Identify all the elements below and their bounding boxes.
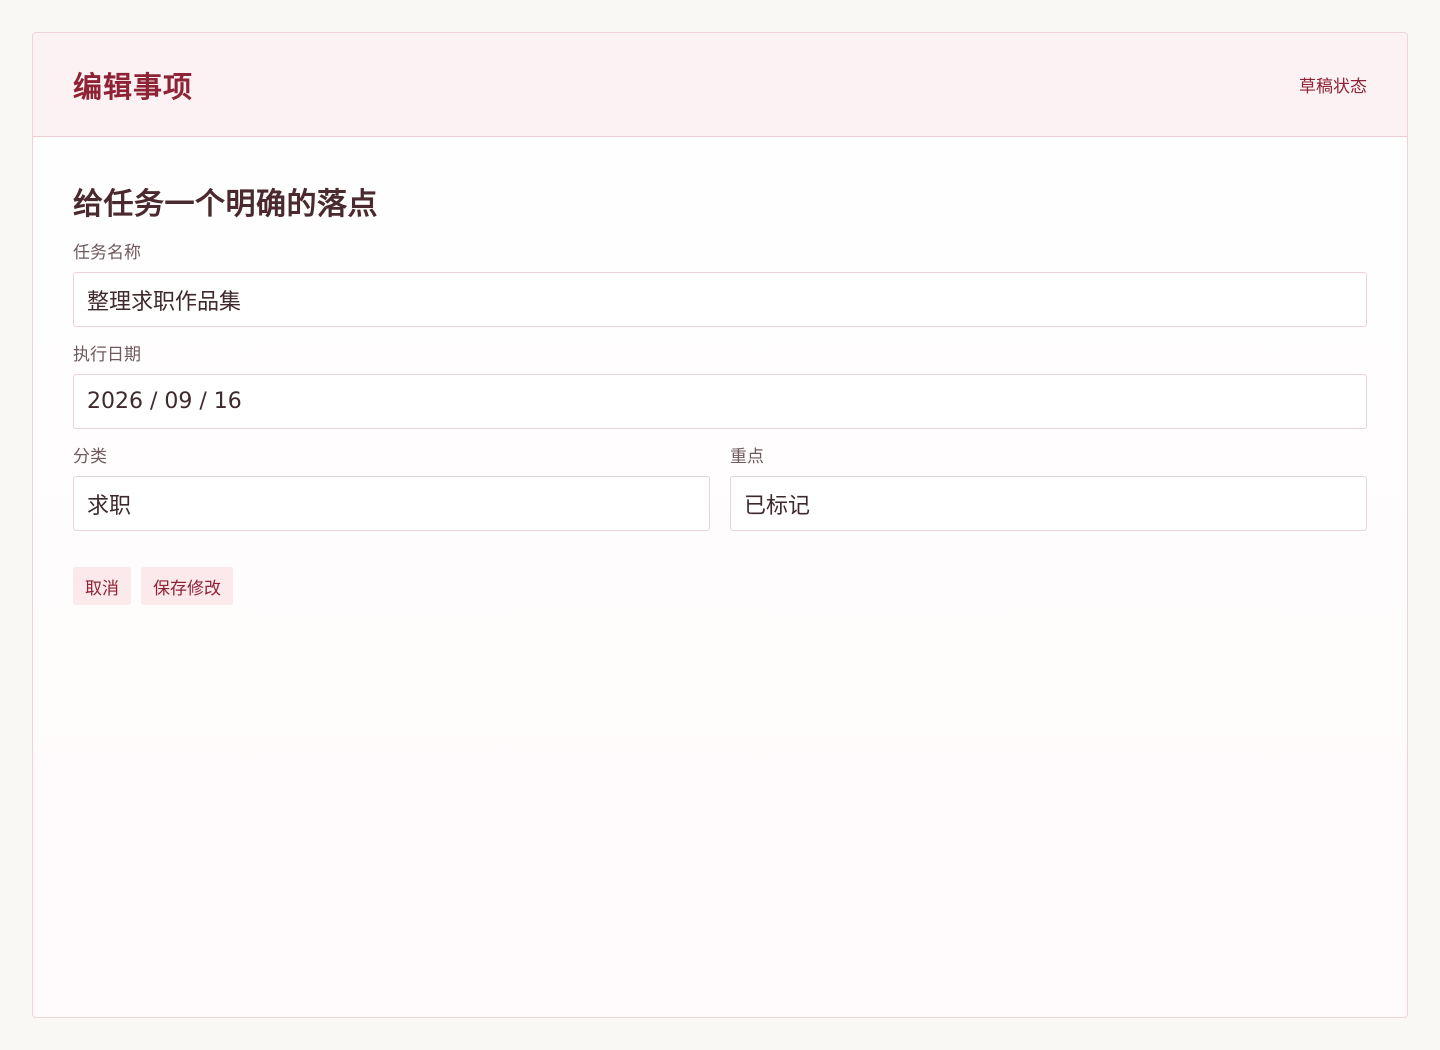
date-label: 执行日期 [73,345,141,365]
edit-item-card: 编辑事项 草稿状态 给任务一个明确的落点 任务名称 整理求职作品集 执行日期 2… [32,32,1408,1018]
date-field-group: 执行日期 2026 / 09 / 16 [73,345,1367,429]
page-title: 编辑事项 [73,69,194,104]
category-field-group: 分类 求职 [73,447,710,531]
form-actions: 取消 保存修改 [73,567,1367,605]
cancel-button[interactable]: 取消 [73,567,131,605]
task-name-field-group: 任务名称 整理求职作品集 [73,243,1367,327]
priority-label: 重点 [730,447,764,467]
task-name-input[interactable]: 整理求职作品集 [73,272,1367,327]
save-button[interactable]: 保存修改 [141,567,233,605]
task-name-label: 任务名称 [73,243,141,263]
category-label: 分类 [73,447,107,467]
form-body: 给任务一个明确的落点 任务名称 整理求职作品集 执行日期 2026 / 09 /… [33,137,1407,605]
priority-field-group: 重点 已标记 [730,447,1367,531]
status-badge: 草稿状态 [1299,77,1367,97]
date-input[interactable]: 2026 / 09 / 16 [73,374,1367,429]
form-heading: 给任务一个明确的落点 [73,187,378,222]
priority-input[interactable]: 已标记 [730,476,1367,531]
category-input[interactable]: 求职 [73,476,710,531]
card-header: 编辑事项 草稿状态 [33,33,1407,137]
category-priority-row: 分类 求职 重点 已标记 [73,447,1367,549]
